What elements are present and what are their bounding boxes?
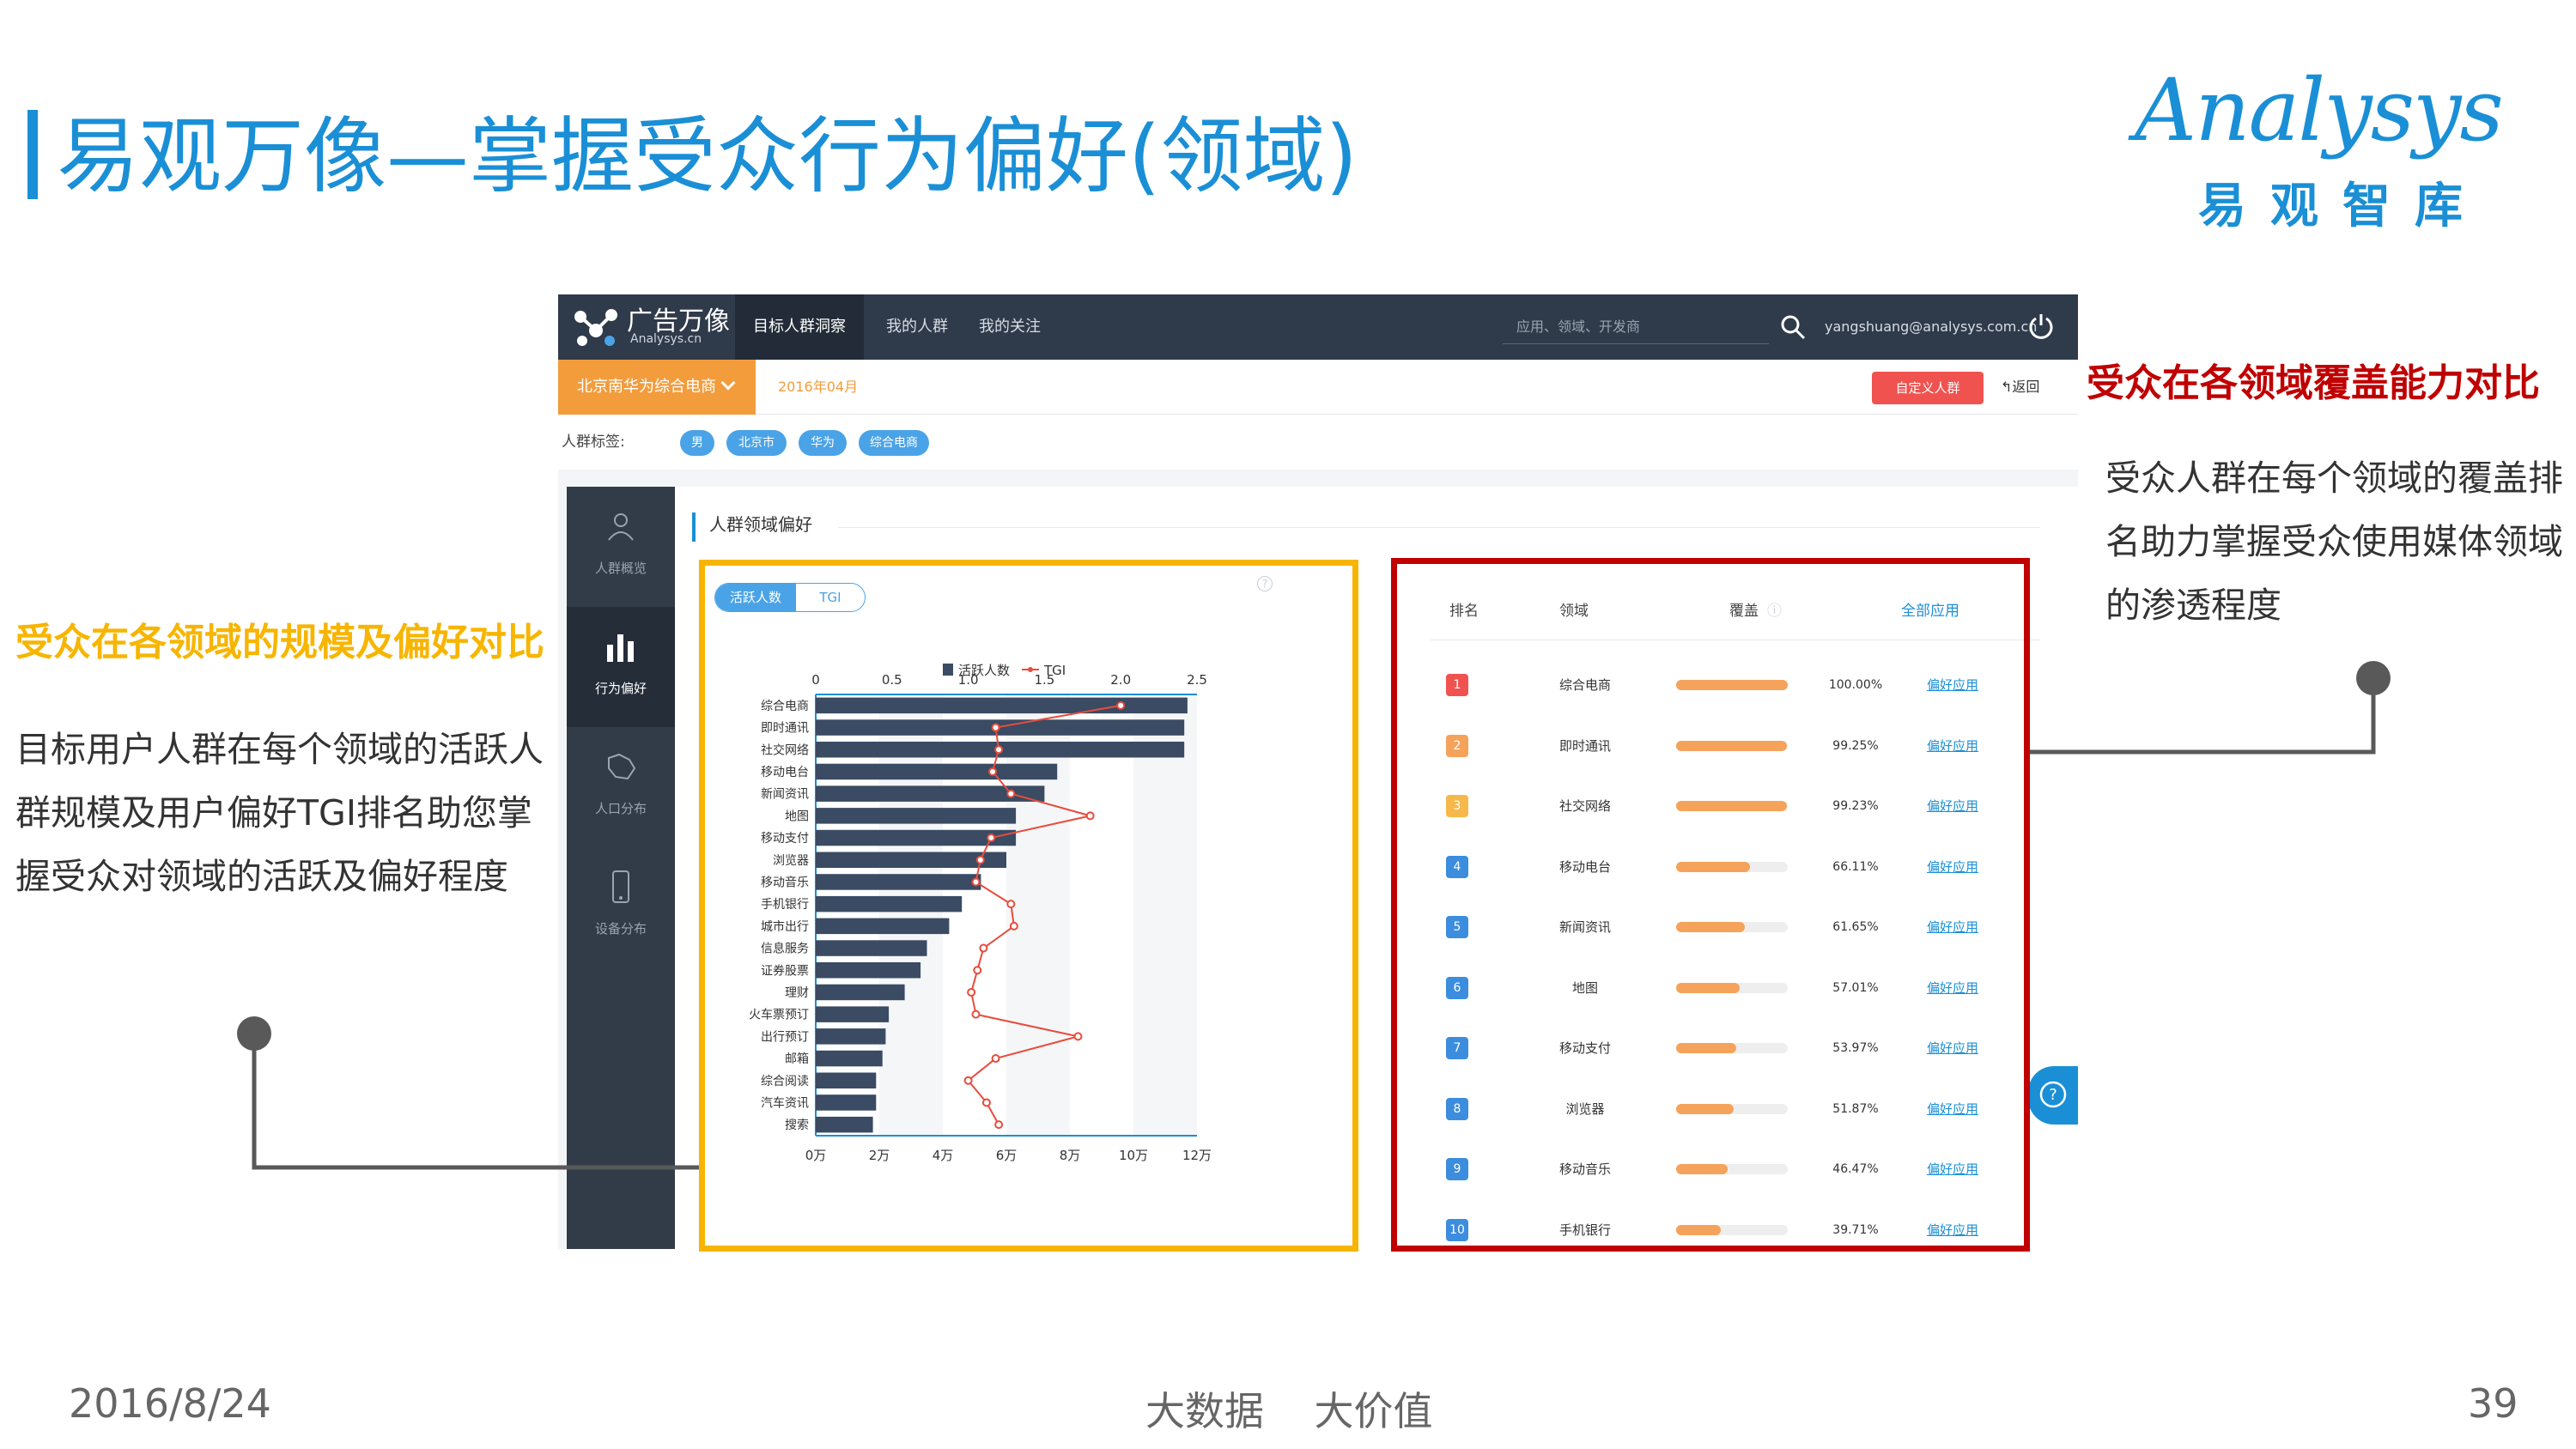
annotation-right-body: 受众人群在每个领域的覆盖排名助力掌握受众使用媒体领域的渗透程度 bbox=[2105, 458, 2563, 626]
annotation-right-title: 受众在各领域覆盖能力对比 bbox=[2087, 361, 2540, 405]
footer-slogan: 大数据 大价值 bbox=[1145, 1388, 1433, 1434]
footer-date: 2016/8/24 bbox=[69, 1380, 271, 1427]
annotation-left-body: 目标用户人群在每个领域的活跃人群规模及用户偏好TGI排名助您掌握受众对领域的活跃… bbox=[15, 729, 544, 897]
page-number: 39 bbox=[2468, 1380, 2518, 1427]
annotation-left-title: 受众在各领域的规模及偏好对比 bbox=[15, 621, 544, 664]
